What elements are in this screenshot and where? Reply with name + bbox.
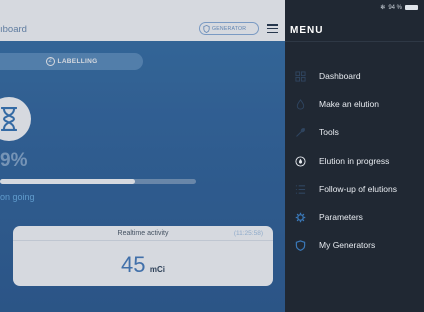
- shield-icon: [295, 239, 306, 251]
- menu-item-my-generators[interactable]: My Generators: [285, 235, 424, 255]
- list-icon: [295, 184, 306, 194]
- menu-item-label: My Generators: [319, 240, 376, 250]
- battery-icon: [405, 5, 418, 10]
- app-screen: ıboard GENERATOR 2 LABELLING 9% on going…: [0, 0, 285, 312]
- menu-item-label: Follow-up of elutions: [319, 184, 397, 194]
- wrench-icon: [296, 127, 305, 137]
- menu-overlay[interactable]: [0, 0, 285, 312]
- menu-item-label: Parameters: [319, 212, 363, 222]
- menu-item-label: Make an elution: [319, 99, 380, 109]
- menu-title: MENU: [290, 25, 324, 36]
- menu-item-label: Tools: [319, 127, 339, 137]
- drop-icon: [296, 98, 305, 110]
- menu-item-make-elution[interactable]: Make an elution: [285, 94, 424, 114]
- bluetooth-icon: ✻: [380, 5, 386, 11]
- battery-percent: 94 %: [388, 4, 402, 11]
- menu-item-follow-up-elutions[interactable]: Follow-up of elutions: [285, 179, 424, 199]
- menu-item-parameters[interactable]: Parameters: [285, 207, 424, 227]
- menu-item-label: Dashboard: [319, 71, 361, 81]
- menu-divider: [285, 41, 424, 42]
- menu-item-tools[interactable]: Tools: [285, 122, 424, 142]
- side-menu: ✻ 94 % MENU Dashboard Make an elution To…: [285, 0, 424, 312]
- menu-item-label: Elution in progress: [319, 156, 390, 166]
- status-bar: ✻ 94 %: [380, 4, 418, 11]
- drop-circle-icon: [295, 155, 306, 167]
- menu-item-elution-in-progress[interactable]: Elution in progress: [285, 151, 424, 171]
- gear-icon: [295, 212, 306, 222]
- menu-item-dashboard[interactable]: Dashboard: [285, 66, 424, 86]
- grid-icon: [295, 70, 306, 82]
